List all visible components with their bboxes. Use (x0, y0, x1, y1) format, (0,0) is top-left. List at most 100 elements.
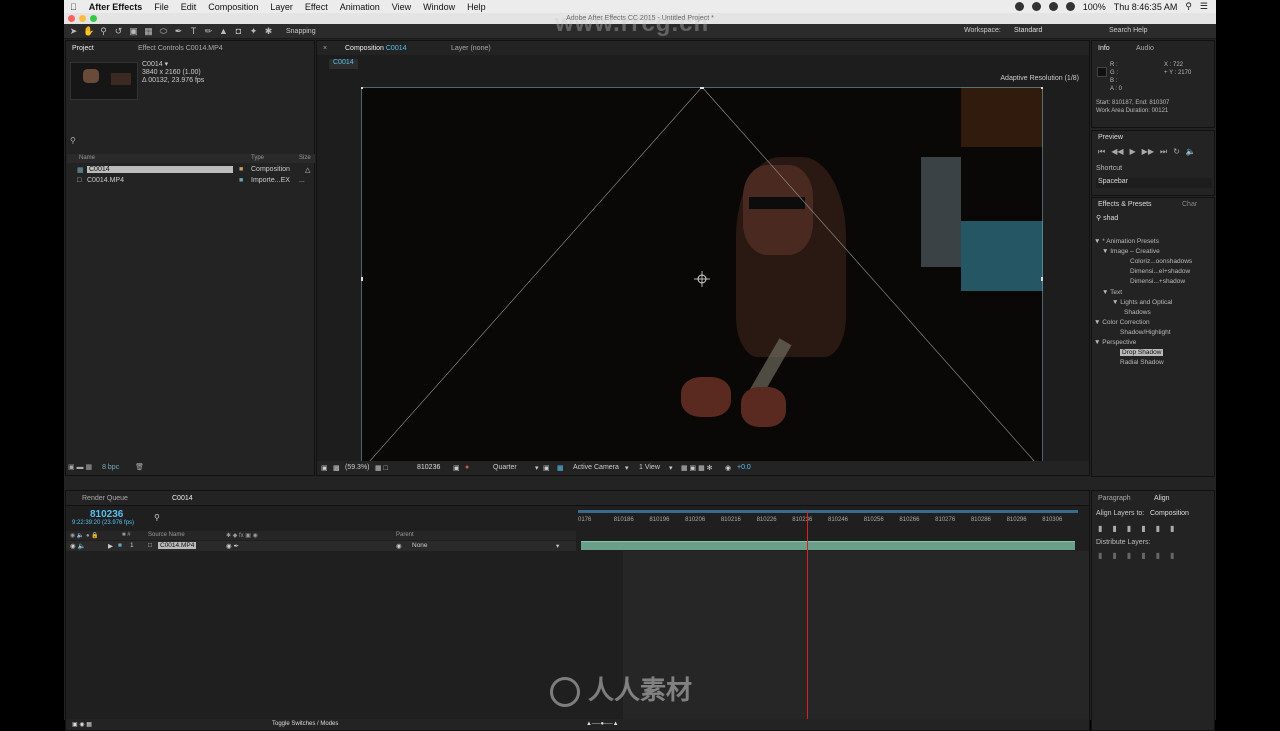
label-color-swatch[interactable]: ■ (118, 542, 122, 549)
chevron-down-icon[interactable]: ▾ (669, 464, 673, 472)
battery-label[interactable]: 100% (1083, 2, 1106, 12)
current-time-indicator[interactable] (807, 511, 808, 721)
exposure-reset-icon[interactable]: ◉ (725, 464, 731, 472)
region-of-interest-icon[interactable]: ▣ (543, 464, 550, 472)
col-name[interactable]: Name (79, 155, 95, 161)
menu-effect[interactable]: Effect (299, 2, 334, 12)
loop-icon[interactable]: ↻ (1173, 147, 1180, 157)
tree-item[interactable]: ▼ Perspective (1094, 339, 1136, 346)
menu-edit[interactable]: Edit (175, 2, 203, 12)
eraser-tool-icon[interactable]: ◘ (233, 26, 244, 37)
clock[interactable]: Thu 8:46:35 AM (1114, 2, 1178, 12)
minimize-window-button[interactable] (79, 15, 86, 22)
composition-viewer[interactable] (361, 87, 1043, 471)
tree-item[interactable]: ▼ Image – Creative (1102, 248, 1160, 255)
effects-search-input[interactable]: ⚲ shad (1096, 214, 1212, 224)
last-frame-icon[interactable]: ⏭ (1160, 147, 1167, 157)
audio-icon[interactable]: 🔈 (1186, 147, 1196, 157)
label-icon[interactable]: ■ # (122, 532, 131, 538)
tab-composition[interactable]: Composition C0014 (345, 45, 407, 52)
chevron-down-icon[interactable]: ▾ (625, 464, 629, 472)
visibility-icon[interactable]: ◉ 🔈 (70, 542, 86, 550)
tree-item[interactable]: Dimensi...el+shadow (1130, 268, 1190, 275)
zoom-slider[interactable]: ▲──●──▲ (586, 721, 619, 727)
type-tool-icon[interactable]: T (188, 26, 199, 37)
next-frame-icon[interactable]: ▶▶ (1142, 147, 1154, 157)
roto-brush-tool-icon[interactable]: ✦ (248, 26, 259, 37)
chevron-down-icon[interactable]: ▾ (535, 464, 539, 472)
align-buttons[interactable]: ▮▮▮▮▮▮ (1098, 524, 1184, 533)
tree-item[interactable]: ▼ Text (1102, 289, 1122, 296)
status-icon[interactable] (1014, 2, 1024, 11)
layer-name[interactable]: C0014.MP4 (158, 542, 197, 549)
apple-icon[interactable]:  (64, 2, 83, 12)
spotlight-icon[interactable]: ⚲ (1185, 1, 1192, 12)
app-menu[interactable]: After Effects (83, 2, 149, 12)
time-ruler[interactable]: 0176 810186 810196 810206 810216 810226 810236… (578, 508, 1088, 534)
project-item-name[interactable]: C0014 (87, 166, 233, 173)
av-features-icon[interactable]: ◉ 🔈 ● 🔒 (70, 532, 99, 539)
safe-area-icon[interactable]: ▦ □ (375, 464, 388, 472)
clone-stamp-tool-icon[interactable]: ▲ (218, 26, 229, 37)
hand-tool-icon[interactable]: ✋ (83, 26, 94, 37)
timeline-current-time[interactable]: 810236 (90, 509, 123, 520)
project-item-name[interactable]: C0014.MP4 (87, 177, 124, 184)
chevron-down-icon[interactable]: ▾ (556, 542, 559, 550)
tree-item-selected[interactable]: Drop Shadow (1120, 349, 1164, 356)
tab-timeline-comp[interactable]: C0014 (172, 495, 193, 502)
workspace-dropdown[interactable]: Standard (1014, 27, 1042, 34)
tree-item[interactable]: ▼ Color Correction (1094, 319, 1150, 326)
tab-align[interactable]: Align (1154, 495, 1170, 502)
tree-item[interactable]: Dimensi...+shadow (1130, 278, 1185, 285)
col-size[interactable]: Size (299, 155, 311, 161)
color-channel-icon[interactable]: ● (465, 464, 469, 471)
always-preview-icon[interactable]: ▣ (321, 464, 328, 472)
item-name[interactable]: C0014 ▾ (142, 61, 204, 69)
parent-pick-whip-icon[interactable]: ◉ (396, 542, 402, 550)
menu-layer[interactable]: Layer (264, 2, 299, 12)
puppet-tool-icon[interactable]: ✱ (263, 26, 274, 37)
current-time[interactable]: 810236 (417, 464, 440, 471)
layer-duration-bar[interactable] (581, 541, 1075, 550)
rotate-tool-icon[interactable]: ↺ (113, 26, 124, 37)
close-window-button[interactable] (68, 15, 75, 22)
camera-tool-icon[interactable]: ▣ (128, 26, 139, 37)
tab-render-queue[interactable]: Render Queue (82, 495, 128, 502)
parent-dropdown[interactable]: None (412, 542, 428, 549)
menu-composition[interactable]: Composition (202, 2, 264, 12)
comp-breadcrumb[interactable]: C0014 (329, 59, 358, 69)
wifi-icon[interactable] (1065, 2, 1075, 11)
col-type[interactable]: Type (251, 155, 264, 161)
zoom-tool-icon[interactable]: ⚲ (98, 26, 109, 37)
menu-view[interactable]: View (386, 2, 417, 12)
shortcut-dropdown[interactable]: Spacebar (1096, 178, 1212, 188)
timeline-footer-icons[interactable]: ▣ ◉ ▦ (72, 721, 92, 728)
tree-item[interactable]: Shadow/Highlight (1120, 329, 1171, 336)
project-row-comp[interactable]: ▦ C0014 ■ Composition △ (67, 165, 315, 175)
search-help-field[interactable]: Search Help (1109, 27, 1148, 34)
tab-layer[interactable]: Layer (none) (451, 45, 491, 52)
transparency-grid-icon[interactable]: ▦ (557, 464, 564, 472)
resolution-dropdown[interactable]: Quarter (493, 464, 517, 471)
play-icon[interactable]: ▶ (1130, 147, 1136, 157)
flowchart-icon[interactable]: △ (305, 166, 310, 174)
tab-effects-presets[interactable]: Effects & Presets (1098, 201, 1152, 208)
trash-icon[interactable]: 🗑 (135, 464, 144, 471)
layer-row[interactable]: ◉ 🔈 ▶ ■ 1 □ C0014.MP4 ◉ ✒ ◉ None ▾ (66, 541, 576, 551)
selection-tool-icon[interactable]: ➤ (68, 26, 79, 37)
tree-item[interactable]: Radial Shadow (1120, 359, 1164, 366)
status-icon[interactable] (1048, 2, 1058, 11)
snapshot-icon[interactable]: ▣ (453, 464, 460, 472)
tree-item[interactable]: Shadows (1124, 309, 1151, 316)
tab-audio[interactable]: Audio (1136, 45, 1154, 52)
tree-item[interactable]: Coloriz...oonshadows (1130, 258, 1192, 265)
interpret-footage-icon[interactable]: ▣ ▬ ▦ (68, 464, 92, 471)
tab-info[interactable]: Info (1098, 45, 1110, 52)
menu-animation[interactable]: Animation (334, 2, 386, 12)
align-to-dropdown[interactable]: Composition (1150, 510, 1189, 517)
camera-dropdown[interactable]: Active Camera (573, 464, 619, 471)
zoom-dropdown[interactable]: (59.3%) (345, 464, 370, 471)
monitor-icon[interactable]: ▩ (333, 464, 340, 472)
view-layout-dropdown[interactable]: 1 View (639, 464, 660, 471)
previous-frame-icon[interactable]: ◀◀ (1111, 147, 1123, 157)
